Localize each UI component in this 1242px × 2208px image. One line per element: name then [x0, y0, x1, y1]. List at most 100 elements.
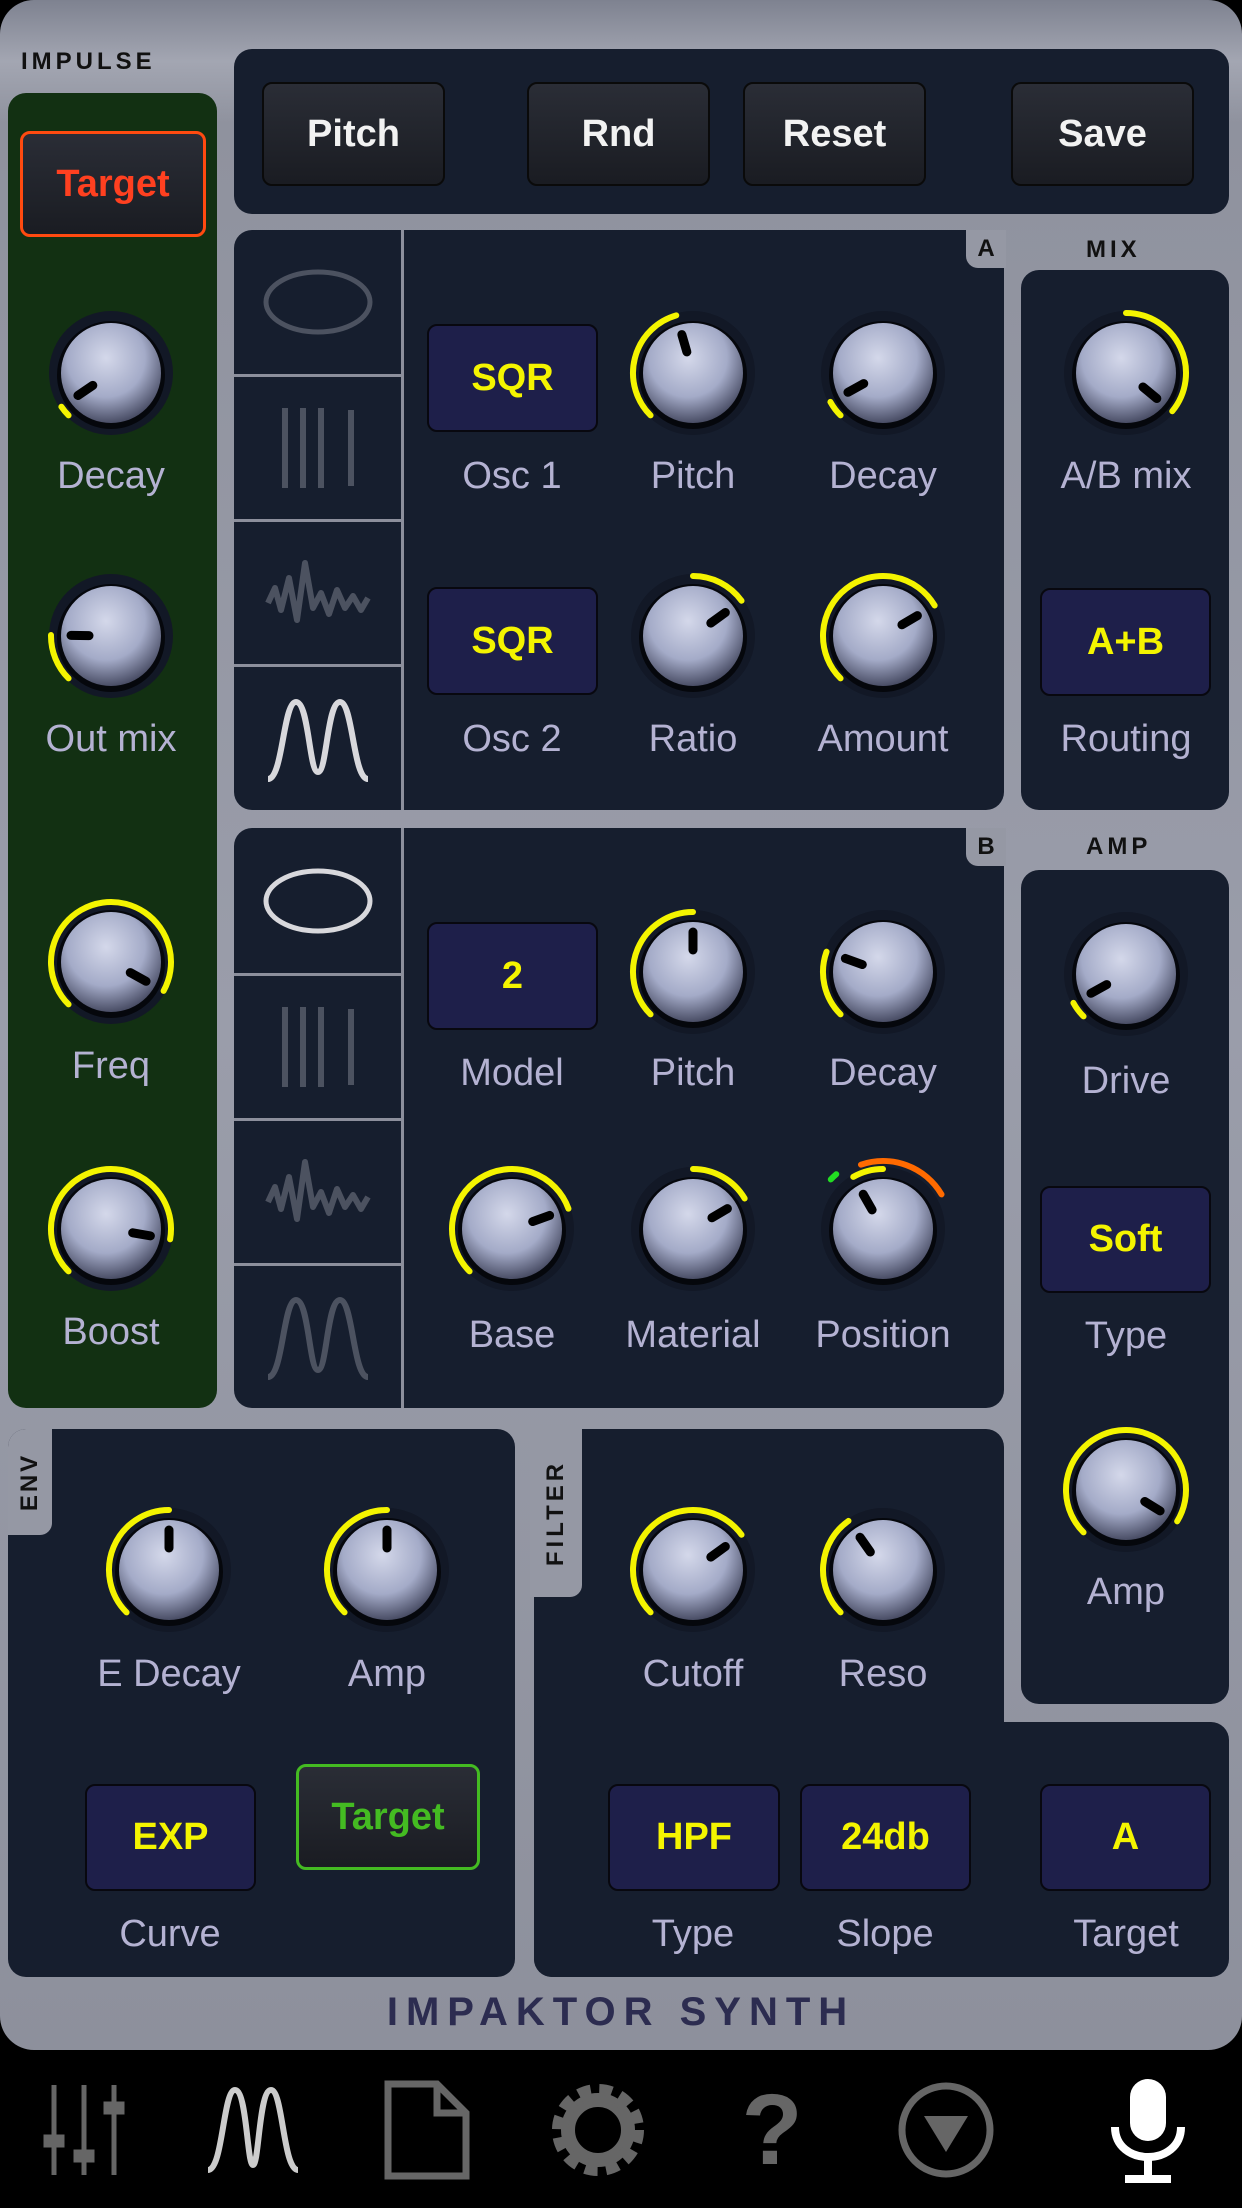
section-label-mix: MIX — [1086, 236, 1141, 263]
knob-cap — [833, 323, 933, 423]
filter-tab: FILTER — [530, 1429, 582, 1597]
env-curve-button[interactable]: EXP — [85, 1784, 256, 1891]
microphone-icon[interactable] — [1093, 2079, 1203, 2183]
filter-cutoff-label: Cutoff — [642, 1653, 744, 1695]
filter-type-button[interactable]: HPF — [608, 1784, 780, 1891]
env-e-decay-knob[interactable] — [94, 1495, 244, 1645]
knob-cap — [643, 323, 743, 423]
filter-cutoff-knob[interactable] — [618, 1495, 768, 1645]
env-curve-label: Curve — [119, 1913, 221, 1955]
osc-a-ratio-label: Ratio — [648, 718, 738, 760]
env-amp-knob[interactable] — [312, 1495, 462, 1645]
divider — [401, 230, 404, 810]
amp-drive-knob[interactable] — [1051, 899, 1201, 1049]
random-button[interactable]: Rnd — [527, 82, 710, 186]
resonant-wave-icon — [266, 1296, 369, 1380]
knob-cap — [1076, 924, 1176, 1024]
knob-cap — [462, 1179, 562, 1279]
osc-a-wave-sine[interactable] — [234, 230, 401, 377]
routing-button[interactable]: A+B — [1040, 588, 1211, 696]
osc-b-position-knob[interactable] — [808, 1154, 958, 1304]
impulse-freq-label: Freq — [71, 1045, 151, 1087]
osc-b-base-knob[interactable] — [437, 1154, 587, 1304]
osc-b-wave-resonant[interactable] — [234, 1266, 401, 1408]
osc-b-wave-sine[interactable] — [234, 828, 401, 976]
reset-button[interactable]: Reset — [743, 82, 926, 186]
osc-b-decay-knob[interactable] — [808, 897, 958, 1047]
osc2-type-button[interactable]: SQR — [427, 587, 598, 695]
sine-wave-icon — [263, 269, 372, 335]
routing-label: Routing — [1060, 718, 1192, 760]
impulse-freq-knob[interactable] — [36, 887, 186, 1037]
amp-amp-knob[interactable] — [1051, 1415, 1201, 1565]
filter-type-label: Type — [651, 1913, 735, 1955]
section-label-amp: AMP — [1086, 833, 1152, 860]
filter-slope-button[interactable]: 24db — [800, 1784, 971, 1891]
gear-icon[interactable] — [543, 2080, 653, 2180]
knob-cap — [1076, 1440, 1176, 1540]
model-button[interactable]: 2 — [427, 922, 598, 1030]
osc-b-tab: B — [966, 828, 1006, 866]
osc-b-pitch-knob[interactable] — [618, 897, 768, 1047]
osc-b-wave-noise[interactable] — [234, 1121, 401, 1266]
pulse-wave-icon — [281, 1007, 354, 1087]
filter-reso-knob[interactable] — [808, 1495, 958, 1645]
knob-mod-marker — [827, 1171, 840, 1183]
knob-pointer — [528, 1210, 555, 1227]
impulse-out-mix-knob[interactable] — [36, 561, 186, 711]
env-amp-label: Amp — [347, 1653, 427, 1695]
osc-b-pitch-label: Pitch — [650, 1052, 736, 1094]
impulse-target-button[interactable]: Target — [20, 131, 206, 237]
knob-cap — [61, 1179, 161, 1279]
section-label-impulse: IMPULSE — [21, 48, 156, 75]
osc-a-wave-resonant[interactable] — [234, 667, 401, 810]
osc-b-position-label: Position — [815, 1314, 951, 1356]
noise-wave-icon — [264, 560, 371, 623]
osc-b-material-label: Material — [625, 1314, 761, 1356]
filter-target-button[interactable]: A — [1040, 1784, 1211, 1891]
impulse-decay-knob[interactable] — [36, 298, 186, 448]
env-target-button[interactable]: Target — [296, 1764, 480, 1870]
divider — [401, 828, 404, 1408]
osc-a-decay-knob[interactable] — [808, 298, 958, 448]
osc-a-amount-knob[interactable] — [808, 561, 958, 711]
mixer-icon[interactable] — [29, 2080, 139, 2180]
osc-b-base-label: Base — [468, 1314, 556, 1356]
wave-icon[interactable] — [198, 2080, 308, 2180]
osc-a-ratio-knob[interactable] — [618, 561, 768, 711]
knob-cap — [643, 1520, 743, 1620]
amp-type-button[interactable]: Soft — [1040, 1186, 1211, 1293]
help-icon[interactable]: ? — [717, 2074, 827, 2186]
osc-b-wave-pulse[interactable] — [234, 976, 401, 1121]
osc1-type-button[interactable]: SQR — [427, 324, 598, 432]
document-icon[interactable] — [372, 2080, 482, 2180]
ab-mix-label: A/B mix — [1060, 455, 1192, 497]
pitch-button[interactable]: Pitch — [262, 82, 445, 186]
model-label: Model — [460, 1052, 564, 1094]
knob-cap — [643, 1179, 743, 1279]
osc-a-wave-noise[interactable] — [234, 522, 401, 667]
osc-a-amount-label: Amount — [817, 718, 949, 760]
osc-b-material-knob[interactable] — [618, 1154, 768, 1304]
impulse-boost-knob[interactable] — [36, 1154, 186, 1304]
knob-pointer — [840, 953, 867, 970]
noise-wave-icon — [264, 1159, 371, 1222]
knob-cap — [61, 912, 161, 1012]
env-tab-label: ENV — [16, 1452, 44, 1512]
impulse-out-mix-label: Out mix — [45, 718, 177, 760]
save-button[interactable]: Save — [1011, 82, 1194, 186]
knob-pointer — [677, 330, 692, 357]
knob-pointer — [128, 1228, 155, 1241]
dropdown-icon[interactable] — [891, 2080, 1001, 2180]
osc-a-pitch-knob[interactable] — [618, 298, 768, 448]
knob-cap — [61, 323, 161, 423]
osc-a-wave-pulse[interactable] — [234, 377, 401, 522]
osc1-label: Osc 1 — [462, 455, 562, 497]
osc-a-decay-label: Decay — [829, 455, 937, 497]
osc-a-pitch-label: Pitch — [650, 455, 736, 497]
amp-amp-label: Amp — [1086, 1571, 1166, 1613]
ab-mix-knob[interactable] — [1051, 298, 1201, 448]
filter-tab-label: FILTER — [542, 1459, 569, 1567]
filter-slope-label: Slope — [836, 1913, 934, 1955]
env-tab: ENV — [8, 1429, 52, 1535]
